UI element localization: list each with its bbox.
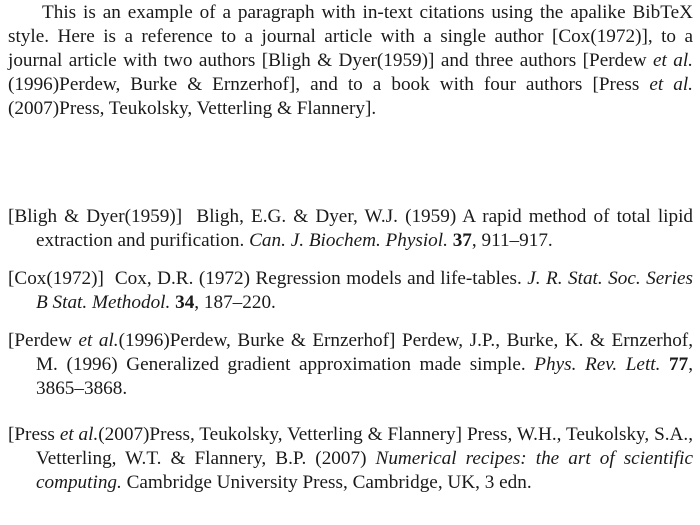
bib-publisher: Cambridge University Press, Cambridge, U… [121,472,532,493]
bib-volume: 34 [175,292,195,313]
bib-volume: 37 [452,230,472,251]
bib-key-text: (1996)Perdew, Burke & Ernzerhof] [118,330,396,351]
citation-text: [Press [592,74,650,95]
body-paragraph: This is an example of a paragraph with i… [8,1,693,121]
bib-key: [Bligh & Dyer(1959)] [8,206,183,227]
bib-pages: , 187–220. [194,292,276,313]
bib-entry-perdew-1996: [Perdew et al.(1996)Perdew, Burke & Ernz… [8,329,693,401]
bib-key-text: (2007)Press, Teukolsky, Vetterling & Fla… [98,424,463,445]
bib-key: [Perdew et al.(1996)Perdew, Burke & Ernz… [8,330,395,351]
citation-text: [Perdew [582,50,653,71]
citation-bligh-dyer-1959[interactable]: [Bligh & Dyer(1959)] [262,50,435,71]
bib-text [660,354,669,375]
bib-entry-cox-1972: [Cox(1972)] Cox, D.R. (1972) Regression … [8,267,693,315]
bib-key: [Cox(1972)] [8,268,104,289]
bib-pages: , 911–917. [471,230,553,251]
bib-key-et-al: et al. [78,330,119,351]
bib-journal: Phys. Rev. Lett. [534,354,661,375]
bib-journal: Can. J. Biochem. Physiol. [249,230,448,251]
bib-volume: 77 [669,354,689,375]
paragraph-text: . [371,98,377,119]
bib-entry-bligh-dyer-1959: [Bligh & Dyer(1959)] Bligh, E.G. & Dyer,… [8,205,693,253]
citation-et-al: et al. [649,74,693,95]
paragraph-text: , and to a book with four authors [295,74,593,95]
bib-key-text: [Perdew [8,330,79,351]
citation-text: (2007)Press, Teukolsky, Vetterling & Fla… [8,98,372,119]
citation-cox-1972[interactable]: [Cox(1972)] [552,26,648,47]
bib-key-text: [Press [8,424,60,445]
citation-et-al: et al. [653,50,693,71]
bib-entry-press-2007: [Press et al.(2007)Press, Teukolsky, Vet… [8,423,693,495]
paragraph-text: and three authors [434,50,583,71]
bib-key: [Press et al.(2007)Press, Teukolsky, Vet… [8,424,462,445]
bib-text: Cox, D.R. (1972) Regression models and l… [114,268,528,289]
citation-text: (1996)Perdew, Burke & Ernzerhof] [8,74,296,95]
bib-key-et-al: et al. [59,424,99,445]
